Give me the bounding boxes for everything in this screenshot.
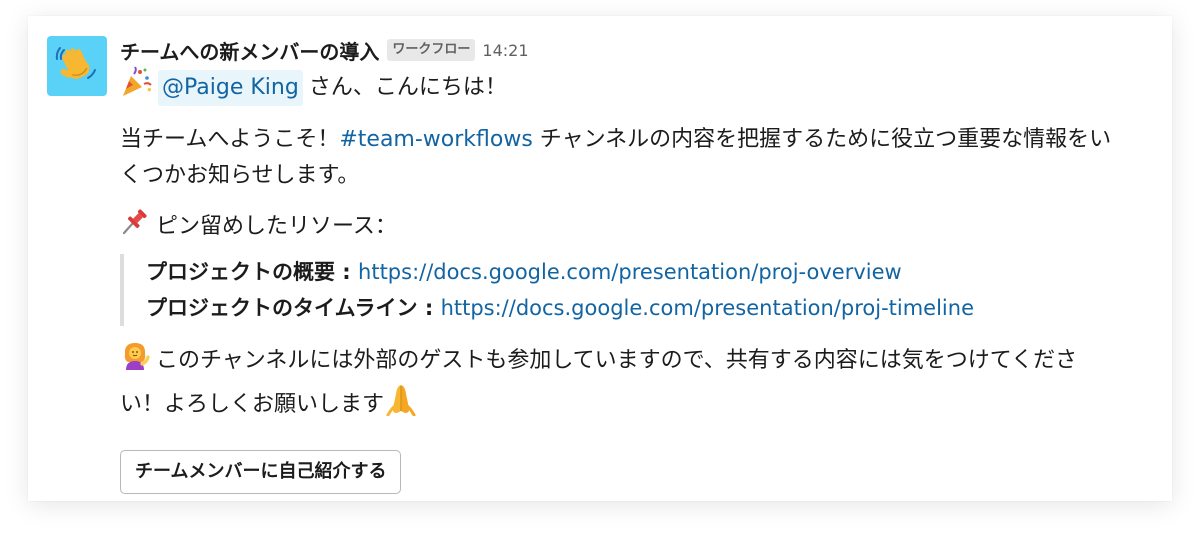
party-popper-icon	[120, 66, 152, 110]
resource-link[interactable]: https://docs.google.com/presentation/pro…	[441, 296, 974, 320]
user-mention[interactable]: @Paige King	[158, 70, 303, 106]
message-header: チームへの新メンバーの導入 ワークフロー 14:21	[120, 36, 1120, 64]
timestamp[interactable]: 14:21	[482, 41, 528, 60]
intro-text-before: 当チームへようこそ！	[120, 127, 340, 152]
sender-name[interactable]: チームへの新メンバーの導入	[120, 36, 379, 65]
guest-notice-text: このチャンネルには外部のゲストも参加していますので、共有する内容には気をつけてく…	[120, 348, 1078, 417]
avatar[interactable]	[47, 36, 107, 96]
introduce-yourself-button[interactable]: チームメンバーに自己紹介する	[120, 450, 402, 494]
resource-link[interactable]: https://docs.google.com/presentation/pro…	[358, 260, 902, 284]
resource-separator: :	[417, 296, 441, 320]
pinned-resources-heading: ピン留めしたリソース：	[120, 206, 1120, 248]
guest-notice: このチャンネルには外部のゲストも参加していますので、共有する内容には気をつけてく…	[120, 340, 1120, 428]
resource-row: プロジェクトの概要 : https://docs.google.com/pres…	[146, 254, 1120, 290]
pinned-label: ピン留めしたリソース：	[156, 214, 397, 239]
resource-label: プロジェクトのタイムライン	[146, 296, 418, 320]
resources-quote: プロジェクトの概要 : https://docs.google.com/pres…	[120, 254, 1120, 326]
resource-row: プロジェクトのタイムライン : https://docs.google.com/…	[146, 290, 1120, 326]
resource-label: プロジェクトの概要	[146, 260, 335, 284]
workflow-badge: ワークフロー	[387, 39, 476, 61]
folded-hands-icon	[384, 382, 418, 428]
waving-hand-icon	[55, 42, 99, 90]
message-card: チームへの新メンバーの導入 ワークフロー 14:21 @Paige King さ…	[28, 16, 1172, 501]
pushpin-icon	[120, 206, 150, 248]
person-tipping-hand-icon	[120, 340, 150, 382]
message-body: チームへの新メンバーの導入 ワークフロー 14:21 @Paige King さ…	[120, 36, 1120, 494]
greeting-line: @Paige King さん、こんにちは！	[120, 66, 1120, 110]
greeting-text: さん、こんにちは！	[308, 75, 507, 100]
resource-separator: :	[335, 260, 359, 284]
channel-link[interactable]: #team-workflows	[339, 127, 532, 152]
intro-paragraph: 当チームへようこそ！#team-workflows チャンネルの内容を把握するた…	[120, 122, 1120, 194]
